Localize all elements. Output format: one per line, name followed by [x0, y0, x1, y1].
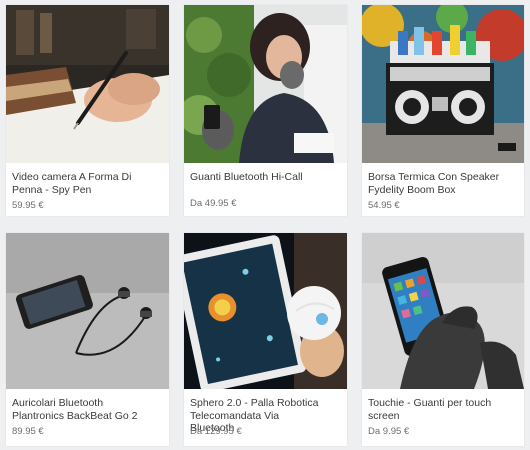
- product-image-sphero[interactable]: [184, 233, 347, 389]
- product-card-boom-box[interactable]: Borsa Termica Con Speaker Fydelity Boom …: [362, 5, 524, 216]
- product-image-spy-pen[interactable]: [6, 5, 169, 163]
- product-title[interactable]: Guanti Bluetooth Hi-Call: [190, 171, 341, 184]
- product-card-backbeat[interactable]: Auricolari Bluetooth Plantronics BackBea…: [6, 233, 169, 446]
- product-image-boom-box[interactable]: [362, 5, 524, 163]
- product-price: 59.95 €: [12, 200, 44, 211]
- product-title[interactable]: Borsa Termica Con Speaker Fydelity Boom …: [368, 171, 518, 196]
- product-card-sphero[interactable]: Sphero 2.0 - Palla Robotica Telecomandat…: [184, 233, 347, 446]
- product-price: Da 9.95 €: [368, 426, 410, 437]
- product-image-touchie[interactable]: [362, 233, 524, 389]
- product-title[interactable]: Touchie - Guanti per touch screen: [368, 397, 518, 422]
- product-card-touchie[interactable]: Touchie - Guanti per touch screen Da 9.9…: [362, 233, 524, 446]
- product-price: Da 129.95 €: [190, 426, 242, 437]
- product-title[interactable]: Video camera A Forma Di Penna - Spy Pen: [12, 171, 163, 196]
- product-price: Da 49.95 €: [190, 198, 237, 209]
- product-title[interactable]: Auricolari Bluetooth Plantronics BackBea…: [12, 397, 163, 422]
- product-image-hi-call[interactable]: [184, 5, 347, 163]
- product-card-spy-pen[interactable]: Video camera A Forma Di Penna - Spy Pen …: [6, 5, 169, 216]
- product-card-hi-call[interactable]: Guanti Bluetooth Hi-Call Da 49.95 €: [184, 5, 347, 216]
- product-image-backbeat[interactable]: [6, 233, 169, 389]
- product-price: 54.95 €: [368, 200, 400, 211]
- product-price: 89.95 €: [12, 426, 44, 437]
